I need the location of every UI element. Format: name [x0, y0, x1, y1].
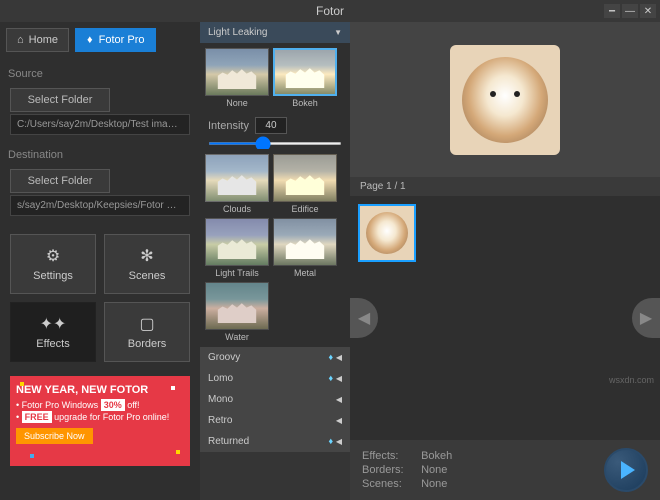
borders-tile[interactable]: ▢ Borders — [104, 302, 190, 362]
effect-thumb-light-trails[interactable]: Light Trails — [205, 218, 269, 278]
effect-thumb-bokeh[interactable]: Bokeh — [273, 48, 337, 108]
effect-thumb-water[interactable]: Water — [205, 282, 269, 342]
effect-group-lomo[interactable]: Lomo ♦ ◀ — [200, 368, 350, 389]
intensity-label: Intensity — [208, 120, 249, 132]
page-indicator: Page 1 / 1 — [350, 177, 660, 196]
preview-area: Page 1 / 1 ◀ ▶ Effects: Bokeh Borders: N… — [350, 22, 660, 500]
status-scenes-value: None — [421, 478, 447, 490]
filmstrip-thumb[interactable] — [358, 204, 416, 262]
preview-image — [450, 45, 560, 155]
fotor-pro-button[interactable]: ♦ Fotor Pro — [75, 28, 156, 52]
promo-line-2: • FREE upgrade for Fotor Pro online! — [16, 412, 184, 422]
filmstrip: ◀ ▶ — [350, 196, 660, 440]
chevron-left-icon: ◀ — [336, 374, 342, 383]
effect-group-retro[interactable]: Retro ◀ — [200, 410, 350, 431]
status-effects-label: Effects: — [362, 450, 418, 462]
effects-panel: Light Leaking ▼ None Bokeh Intensity 40 … — [200, 22, 350, 500]
borders-icon: ▢ — [139, 314, 154, 334]
chevron-left-icon: ◀ — [336, 353, 342, 362]
minimize-icon[interactable]: 🗕 — [604, 4, 620, 18]
source-label: Source — [8, 68, 194, 80]
gem-icon: ♦ — [328, 373, 333, 383]
chevron-down-icon: ▼ — [334, 28, 342, 37]
destination-label: Destination — [8, 149, 194, 161]
scenes-tile[interactable]: ✻ Scenes — [104, 234, 190, 294]
chevron-left-icon: ◀ — [336, 416, 342, 425]
chevron-left-icon: ◀ — [336, 395, 342, 404]
source-select-folder-button[interactable]: Select Folder — [10, 88, 110, 112]
status-borders-label: Borders: — [362, 464, 418, 476]
promo-banner: NEW YEAR, NEW FOTOR • Fotor Pro Windows … — [10, 376, 190, 466]
source-path-field[interactable]: C:/Users/say2m/Desktop/Test images — [10, 114, 190, 135]
gem-icon: ♦ — [328, 436, 333, 446]
subscribe-button[interactable]: Subscribe Now — [16, 428, 93, 444]
intensity-row: Intensity 40 — [200, 113, 350, 138]
effect-thumb-metal[interactable]: Metal — [273, 218, 337, 278]
settings-label: Settings — [33, 270, 73, 282]
chevron-left-icon: ◀ — [336, 437, 342, 446]
intensity-value[interactable]: 40 — [255, 117, 287, 134]
nav-prev-button[interactable]: ◀ — [350, 298, 378, 338]
status-scenes-label: Scenes: — [362, 478, 418, 490]
promo-title: NEW YEAR, NEW FOTOR — [16, 384, 184, 396]
borders-label: Borders — [128, 338, 167, 350]
destination-select-folder-button[interactable]: Select Folder — [10, 169, 110, 193]
sidebar: ⌂ Home ♦ Fotor Pro Source Select Folder … — [0, 22, 200, 500]
nav-next-button[interactable]: ▶ — [632, 298, 660, 338]
settings-tile[interactable]: ⚙ Settings — [10, 234, 96, 294]
sparkle-icon: ✻ — [140, 246, 153, 266]
effects-icon: ✦✦ — [40, 314, 67, 334]
status-borders-value: None — [421, 464, 447, 476]
destination-path-field[interactable]: s/say2m/Desktop/Keepsies/Fotor Batch — [10, 195, 190, 216]
intensity-slider[interactable] — [208, 142, 342, 145]
title-bar: Fotor 🗕 — ✕ — [0, 0, 660, 22]
effects-tile[interactable]: ✦✦ Effects — [10, 302, 96, 362]
window-controls: 🗕 — ✕ — [604, 4, 656, 18]
play-button[interactable] — [604, 448, 648, 492]
home-label: Home — [29, 34, 58, 46]
effect-group-returned[interactable]: Returned ♦ ◀ — [200, 431, 350, 452]
effect-thumb-clouds[interactable]: Clouds — [205, 154, 269, 214]
effect-group-mono[interactable]: Mono ◀ — [200, 389, 350, 410]
scenes-label: Scenes — [129, 270, 166, 282]
pro-label: Fotor Pro — [99, 34, 145, 46]
gem-icon: ♦ — [87, 34, 93, 46]
gear-icon: ⚙ — [46, 246, 60, 266]
home-button[interactable]: ⌂ Home — [6, 28, 69, 52]
gem-icon: ♦ — [328, 352, 333, 362]
effects-label: Effects — [36, 338, 69, 350]
status-effects-value: Bokeh — [421, 450, 452, 462]
effect-group-groovy[interactable]: Groovy ♦ ◀ — [200, 347, 350, 368]
effect-thumb-none[interactable]: None — [205, 48, 269, 108]
effect-thumb-edifice[interactable]: Edifice — [273, 154, 337, 214]
preview-main — [350, 22, 660, 177]
status-bar: Effects: Bokeh Borders: None Scenes: Non… — [350, 440, 660, 500]
promo-line-1: • Fotor Pro Windows 30% off! — [16, 400, 184, 410]
app-title: Fotor — [316, 4, 344, 18]
home-icon: ⌂ — [17, 34, 24, 46]
effect-group-light-leaking[interactable]: Light Leaking ▼ — [200, 22, 350, 43]
effect-group-label: Light Leaking — [208, 27, 268, 38]
close-icon[interactable]: ✕ — [640, 4, 656, 18]
maximize-icon[interactable]: — — [622, 4, 638, 18]
